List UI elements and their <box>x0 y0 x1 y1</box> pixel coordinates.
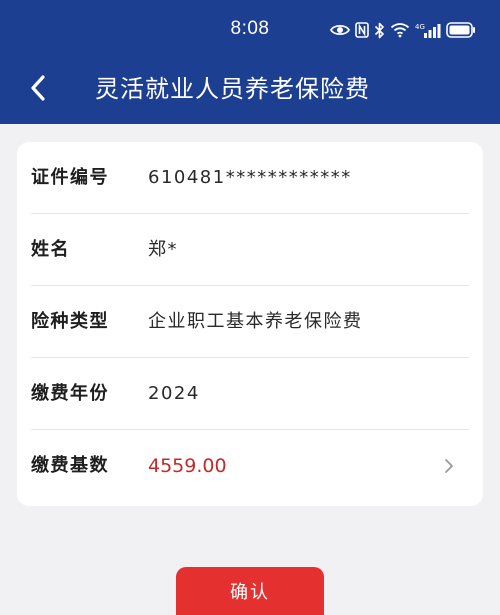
status-icons: 4G <box>330 19 476 41</box>
insurance-type-row: 险种类型 企业职工基本养老保险费 <box>17 286 483 358</box>
nav-bar: 灵活就业人员养老保险费 <box>0 60 500 120</box>
payment-year-row: 缴费年份 2024 <box>17 358 483 430</box>
chevron-right-icon <box>439 456 459 476</box>
payment-info-card: 证件编号 610481************ 姓名 郑* 险种类型 企业职工基… <box>17 142 483 506</box>
payment-base-value: 4559.00 <box>148 455 227 477</box>
signal-4g-icon: 4G <box>415 19 441 41</box>
eye-icon <box>330 19 350 41</box>
battery-icon <box>446 19 476 41</box>
id-number-value: 610481************ <box>148 167 352 188</box>
payment-year-value: 2024 <box>148 383 200 404</box>
payment-base-row[interactable]: 缴费基数 4559.00 <box>17 430 483 502</box>
insurance-type-label: 险种类型 <box>31 311 109 332</box>
name-value: 郑* <box>148 239 178 260</box>
payment-base-label: 缴费基数 <box>31 455 109 476</box>
chevron-left-icon <box>28 74 48 106</box>
back-button[interactable] <box>18 70 58 110</box>
wifi-icon <box>390 19 410 41</box>
page-title: 灵活就业人员养老保险费 <box>95 75 370 103</box>
name-row: 姓名 郑* <box>17 214 483 286</box>
status-bar: 8:08 4G <box>0 0 500 60</box>
payment-year-label: 缴费年份 <box>31 383 109 404</box>
bluetooth-icon <box>374 19 385 41</box>
confirm-button[interactable]: 确认 <box>176 567 324 615</box>
svg-text:4G: 4G <box>415 23 425 31</box>
nfc-icon <box>355 19 369 41</box>
name-label: 姓名 <box>31 239 70 260</box>
id-number-label: 证件编号 <box>31 167 109 188</box>
insurance-type-value: 企业职工基本养老保险费 <box>148 311 363 332</box>
id-number-row: 证件编号 610481************ <box>17 142 483 214</box>
header: 8:08 4G 灵活就业人员养老保险费 <box>0 0 500 124</box>
